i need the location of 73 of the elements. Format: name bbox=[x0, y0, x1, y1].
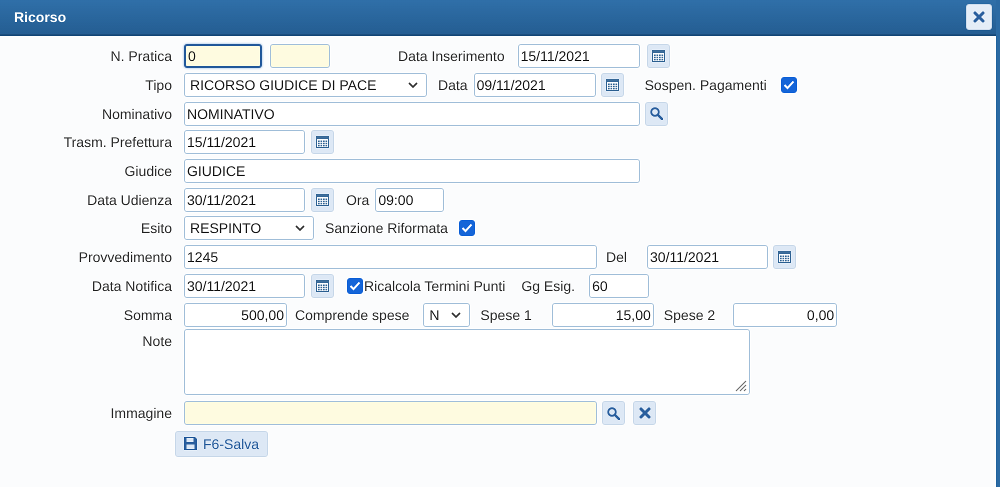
field-label: Spese 2 bbox=[664, 306, 716, 323]
search-icon bbox=[650, 107, 663, 120]
text-field[interactable]: 15,00 bbox=[552, 302, 654, 327]
field-label: Data Udienza bbox=[86, 192, 173, 208]
close-icon bbox=[638, 407, 650, 420]
calendar-button[interactable] bbox=[646, 44, 670, 68]
search-button[interactable] bbox=[602, 401, 625, 426]
text-field[interactable]: NOMINATIVO bbox=[184, 102, 640, 126]
notes-field[interactable] bbox=[184, 328, 750, 395]
search-button[interactable] bbox=[645, 102, 668, 126]
field-label: Ora bbox=[346, 192, 370, 208]
resize-handle-icon[interactable] bbox=[733, 378, 747, 392]
text-field[interactable]: 15/11/2021 bbox=[518, 44, 640, 68]
clear-button[interactable] bbox=[633, 401, 656, 426]
text-field[interactable] bbox=[270, 44, 330, 68]
select-field[interactable]: N bbox=[423, 302, 470, 327]
calendar-icon bbox=[778, 251, 792, 264]
field-label: Comprende spese bbox=[295, 306, 410, 323]
calendar-button[interactable] bbox=[311, 130, 334, 154]
field-label: Data Notifica bbox=[90, 278, 173, 294]
checkbox[interactable] bbox=[458, 220, 475, 236]
save-button[interactable]: F6-Salva bbox=[175, 430, 268, 457]
window-title: Ricorso bbox=[14, 9, 66, 25]
field-label: Sospen. Pagamenti bbox=[644, 77, 767, 94]
calendar-icon bbox=[316, 136, 329, 148]
text-field[interactable]: 30/11/2021 bbox=[184, 188, 305, 212]
text-field[interactable]: 09:00 bbox=[375, 188, 444, 212]
field-label: Data Inserimento bbox=[398, 48, 505, 64]
field-label: Tipo bbox=[144, 77, 173, 94]
text-field[interactable]: 1245 bbox=[184, 245, 597, 270]
field-label: Nominativo bbox=[100, 106, 173, 122]
text-field[interactable]: 500,00 bbox=[184, 302, 287, 327]
text-field[interactable]: 60 bbox=[589, 274, 650, 298]
calendar-icon bbox=[652, 50, 665, 62]
field-label: Ricalcola Termini Punti bbox=[364, 278, 506, 294]
field-label: Trasm. Prefettura bbox=[62, 134, 173, 150]
checkbox[interactable] bbox=[347, 278, 363, 294]
text-field[interactable]: 0 bbox=[184, 44, 262, 68]
text-field[interactable]: 30/11/2021 bbox=[184, 274, 305, 298]
chevron-down-icon bbox=[295, 225, 305, 232]
text-field[interactable] bbox=[184, 401, 597, 426]
field-label: Gg Esig. bbox=[521, 278, 576, 294]
field-label: N. Pratica bbox=[110, 48, 173, 64]
text-field[interactable]: 09/11/2021 bbox=[474, 73, 596, 98]
calendar-button[interactable] bbox=[773, 245, 796, 270]
field-label: Provvedimento bbox=[78, 249, 173, 266]
field-label: Sanzione Riformata bbox=[325, 220, 448, 236]
calendar-icon bbox=[316, 194, 329, 206]
field-label: Giudice bbox=[124, 163, 173, 180]
field-label: Esito bbox=[140, 220, 173, 236]
select-field[interactable]: RICORSO GIUDICE DI PACE bbox=[184, 73, 427, 98]
text-field[interactable]: 30/11/2021 bbox=[647, 245, 768, 270]
field-label: Del bbox=[606, 249, 628, 266]
field-label: Immagine bbox=[110, 405, 173, 422]
text-field[interactable]: 15/11/2021 bbox=[184, 130, 305, 154]
chevron-down-icon bbox=[451, 312, 462, 318]
text-field[interactable]: GIUDICE bbox=[184, 159, 640, 184]
chevron-down-icon bbox=[408, 82, 418, 88]
field-label: Somma bbox=[122, 306, 173, 323]
calendar-button[interactable] bbox=[600, 73, 624, 98]
text-field[interactable]: 0,00 bbox=[733, 302, 838, 327]
checkbox[interactable] bbox=[780, 77, 797, 94]
select-field[interactable]: RESPINTO bbox=[184, 216, 314, 240]
calendar-button[interactable] bbox=[311, 274, 334, 298]
field-label: Data bbox=[438, 77, 468, 94]
calendar-button[interactable] bbox=[311, 188, 334, 212]
field-label: Note bbox=[141, 332, 173, 349]
close-button[interactable] bbox=[966, 4, 992, 30]
close-icon bbox=[973, 11, 985, 23]
calendar-icon bbox=[316, 280, 329, 292]
search-icon bbox=[607, 406, 620, 420]
field-label: Spese 1 bbox=[480, 306, 532, 323]
calendar-icon bbox=[606, 79, 619, 92]
